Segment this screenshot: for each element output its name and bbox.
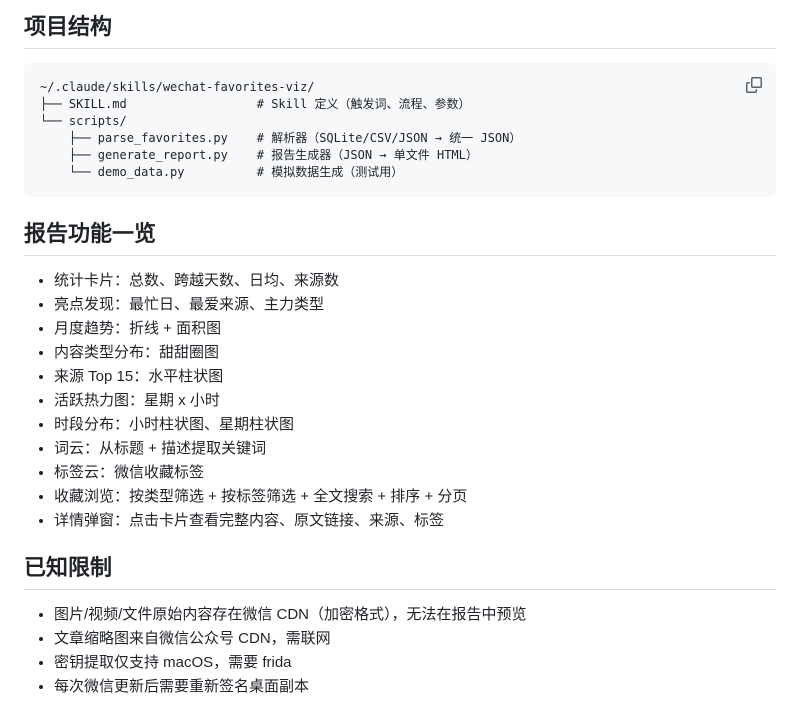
list-item: 收藏浏览：按类型筛选 + 按标签筛选 + 全文搜索 + 排序 + 分页 <box>54 486 776 507</box>
code-block-project-tree: ~/.claude/skills/wechat-favorites-viz/ ├… <box>24 63 776 197</box>
list-item: 图片/视频/文件原始内容存在微信 CDN（加密格式），无法在报告中预览 <box>54 604 776 625</box>
markdown-document: 项目结构 ~/.claude/skills/wechat-favorites-v… <box>0 0 800 697</box>
section-heading-report-features: 报告功能一览 <box>24 221 776 256</box>
list-item: 词云：从标题 + 描述提取关键词 <box>54 438 776 459</box>
section-heading-known-limitations: 已知限制 <box>24 555 776 590</box>
list-item: 月度趋势：折线 + 面积图 <box>54 318 776 339</box>
limitations-list: 图片/视频/文件原始内容存在微信 CDN（加密格式），无法在报告中预览 文章缩略… <box>24 604 776 697</box>
list-item: 每次微信更新后需要重新签名桌面副本 <box>54 676 776 697</box>
list-item: 统计卡片：总数、跨越天数、日均、来源数 <box>54 270 776 291</box>
list-item: 来源 Top 15：水平柱状图 <box>54 366 776 387</box>
feature-list: 统计卡片：总数、跨越天数、日均、来源数 亮点发现：最忙日、最爱来源、主力类型 月… <box>24 270 776 531</box>
list-item: 时段分布：小时柱状图、星期柱状图 <box>54 414 776 435</box>
list-item: 详情弹窗：点击卡片查看完整内容、原文链接、来源、标签 <box>54 510 776 531</box>
code-block-container: ~/.claude/skills/wechat-favorites-viz/ ├… <box>24 63 776 197</box>
list-item: 文章缩略图来自微信公众号 CDN，需联网 <box>54 628 776 649</box>
list-item: 活跃热力图：星期 x 小时 <box>54 390 776 411</box>
copy-icon <box>746 77 762 93</box>
copy-code-button[interactable] <box>742 73 766 97</box>
list-item: 密钥提取仅支持 macOS，需要 frida <box>54 652 776 673</box>
list-item: 内容类型分布：甜甜圈图 <box>54 342 776 363</box>
list-item: 标签云：微信收藏标签 <box>54 462 776 483</box>
section-heading-project-structure: 项目结构 <box>24 14 776 49</box>
list-item: 亮点发现：最忙日、最爱来源、主力类型 <box>54 294 776 315</box>
